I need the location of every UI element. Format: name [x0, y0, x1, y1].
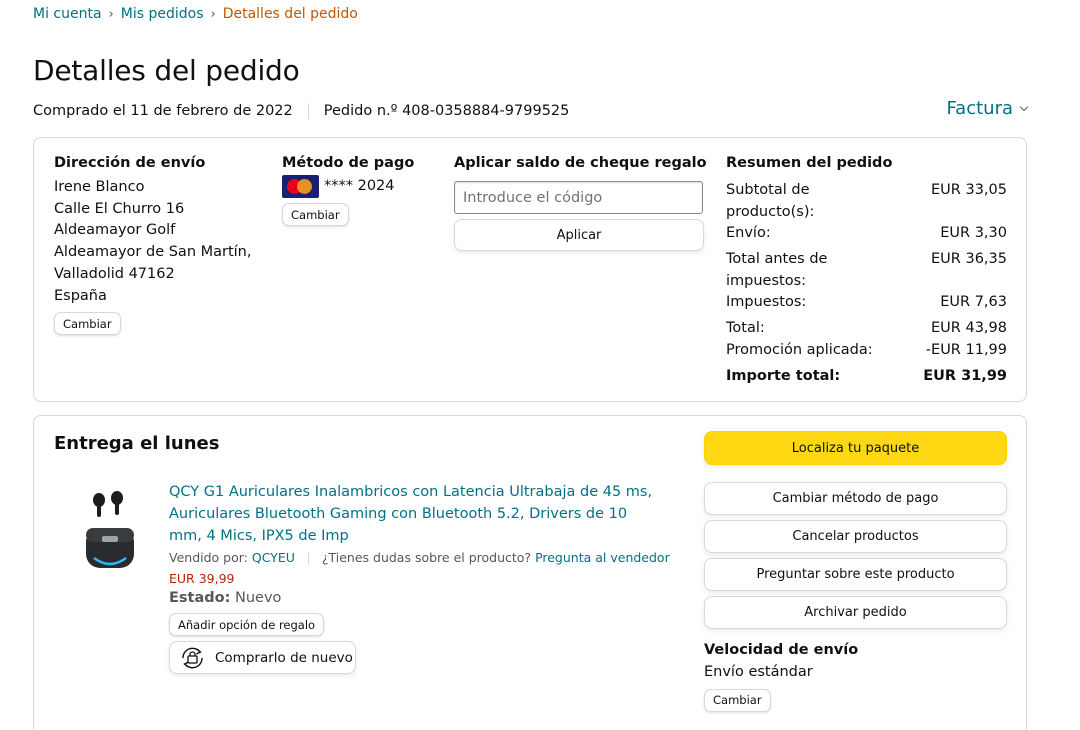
summary-label: Total:	[726, 320, 765, 336]
address-line: Valladolid 47162	[54, 265, 175, 282]
product-title-link[interactable]: QCY G1 Auriculares Inalambricos con Late…	[169, 481, 659, 547]
address-line: Calle El Churro 16	[54, 200, 185, 217]
summary-row: Subtotal de producto(s): EUR 33,05	[726, 180, 1007, 224]
address-line: España	[54, 287, 107, 304]
gift-option-button[interactable]: Añadir opción de regalo	[169, 613, 325, 636]
change-payment-button[interactable]: Cambiar	[282, 203, 349, 226]
summary-total-label: Importe total:	[726, 368, 841, 384]
state-value: Nuevo	[235, 590, 282, 606]
address-line: Irene Blanco	[54, 179, 145, 195]
shipping-speed-value: Envío estándar	[704, 664, 813, 680]
summary-value: EUR 33,05	[931, 182, 1007, 198]
payment-method-heading: Método de pago	[282, 155, 415, 171]
product-details: QCY G1 Auriculares Inalambricos con Late…	[169, 481, 670, 674]
gift-card-code-input[interactable]	[454, 181, 703, 214]
page-title: Detalles del pedido	[33, 54, 300, 87]
address-line: Aldeamayor de San Martín,	[54, 244, 252, 261]
divider	[307, 552, 309, 565]
question-label: ¿Tienes dudas sobre el producto?	[321, 550, 532, 565]
ask-seller-link[interactable]: Pregunta al vendedor	[535, 550, 670, 565]
summary-value: EUR 7,63	[940, 294, 1007, 310]
chevron-right-icon: ›	[108, 6, 114, 22]
cancel-items-button[interactable]: Cancelar productos	[704, 520, 1007, 553]
summary-row: Total antes de impuestos: EUR 36,35	[726, 249, 1007, 293]
shipping-speed-heading: Velocidad de envío	[704, 642, 859, 658]
breadcrumb-current: Detalles del pedido	[222, 6, 358, 22]
buy-again-label: Comprarlo de nuevo	[215, 649, 353, 666]
breadcrumb-mi-cuenta[interactable]: Mi cuenta	[33, 6, 102, 22]
card-number: **** 2024	[324, 177, 395, 194]
chevron-right-icon: ›	[210, 6, 216, 22]
shipping-address-heading: Dirección de envío	[54, 155, 206, 171]
summary-total-value: EUR 31,99	[923, 368, 1007, 384]
gift-card-section: Aplicar saldo de cheque regalo Aplicar	[454, 155, 707, 251]
summary-label: Total antes de impuestos:	[726, 251, 828, 289]
breadcrumb: Mi cuenta › Mis pedidos › Detalles del p…	[33, 6, 358, 22]
seller-link[interactable]: QCYEU	[252, 550, 295, 565]
delivery-heading: Entrega el lunes	[54, 433, 220, 454]
breadcrumb-mis-pedidos[interactable]: Mis pedidos	[121, 6, 204, 22]
archive-order-button[interactable]: Archivar pedido	[704, 596, 1007, 629]
change-address-button[interactable]: Cambiar	[54, 312, 121, 336]
delivery-box: Entrega el lunes QCY G1 Auriculares Inal…	[33, 415, 1027, 730]
change-payment-method-button[interactable]: Cambiar método de pago	[704, 482, 1007, 515]
sold-by-label: Vendido por:	[169, 550, 248, 565]
ask-product-button[interactable]: Preguntar sobre este producto	[704, 558, 1007, 591]
earbuds-icon	[86, 491, 134, 568]
mastercard-icon	[282, 175, 319, 198]
state-label: Estado:	[169, 590, 231, 606]
summary-value: EUR 43,98	[931, 320, 1007, 336]
order-summary-heading: Resumen del pedido	[726, 155, 893, 171]
order-info-box: Dirección de envío Irene Blanco Calle El…	[33, 137, 1027, 402]
address-line: Aldeamayor Golf	[54, 222, 176, 239]
summary-label: Impuestos:	[726, 294, 807, 310]
delivery-actions: Localiza tu paquete Cambiar método de pa…	[704, 431, 1007, 712]
gift-card-heading: Aplicar saldo de cheque regalo	[454, 155, 707, 171]
track-package-button[interactable]: Localiza tu paquete	[704, 431, 1007, 465]
buy-again-button[interactable]: Comprarlo de nuevo	[169, 641, 356, 674]
apply-gift-card-button[interactable]: Aplicar	[454, 219, 704, 251]
purchase-date: Comprado el 11 de febrero de 2022	[33, 103, 293, 119]
buy-again-icon	[182, 647, 203, 668]
product-image[interactable]	[82, 486, 138, 572]
summary-label: Subtotal de producto(s):	[726, 182, 815, 220]
summary-label: Promoción aplicada:	[726, 342, 873, 358]
change-shipping-speed-button[interactable]: Cambiar	[704, 688, 771, 712]
order-number: Pedido n.º 408-0358884-9799525	[323, 103, 570, 119]
summary-value: EUR 36,35	[931, 251, 1007, 267]
chevron-down-icon	[1019, 102, 1029, 112]
order-summary: Resumen del pedido Subtotal de producto(…	[726, 155, 1007, 395]
product-price: EUR 39,99	[169, 571, 235, 586]
summary-value: EUR 3,30	[940, 225, 1007, 241]
invoice-dropdown[interactable]: Factura	[946, 98, 1029, 119]
invoice-label: Factura	[946, 98, 1013, 119]
payment-method: Método de pago **** 2024 Cambiar	[282, 155, 414, 226]
divider	[307, 103, 309, 119]
summary-label: Envío:	[726, 225, 771, 241]
order-meta: Comprado el 11 de febrero de 2022 Pedido…	[33, 103, 569, 119]
shipping-address: Dirección de envío Irene Blanco Calle El…	[54, 155, 252, 336]
summary-value: -EUR 11,99	[925, 342, 1007, 358]
